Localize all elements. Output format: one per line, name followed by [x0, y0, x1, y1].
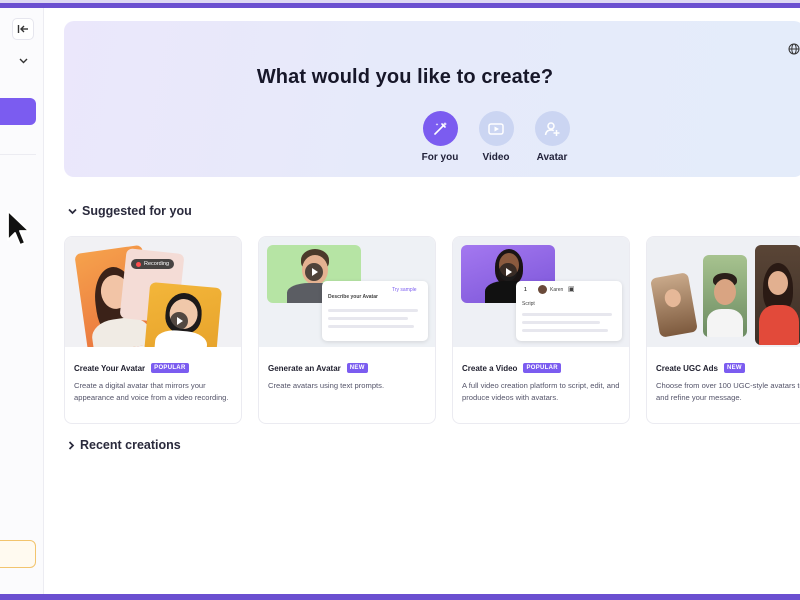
- tab-video[interactable]: Video: [476, 111, 516, 163]
- page-title: What would you like to create?: [256, 66, 554, 88]
- card-title: Create Your Avatar: [74, 363, 146, 373]
- sidebar-divider: [0, 154, 36, 155]
- sidebar-create-button[interactable]: [0, 98, 36, 125]
- recording-label: Recording: [144, 261, 170, 267]
- suggested-section-toggle[interactable]: Suggested for you: [68, 204, 192, 218]
- new-badge: NEW: [346, 363, 368, 373]
- card-generate-an-avatar[interactable]: Describe your Avatar Try sample Generate…: [258, 236, 436, 424]
- new-badge: NEW: [723, 363, 745, 373]
- try-sample-label[interactable]: Try sample: [392, 287, 417, 293]
- ugc-photo: [755, 245, 800, 345]
- collapse-sidebar-button[interactable]: [12, 18, 34, 40]
- scene-number: 1: [524, 287, 527, 293]
- record-dot-icon: [136, 261, 141, 267]
- script-label: Script: [522, 301, 535, 307]
- popular-badge: POPULAR: [151, 363, 189, 373]
- avatar-button[interactable]: [534, 111, 570, 146]
- card-description: A full video creation platform to script…: [462, 381, 620, 402]
- card-title: Create UGC Ads: [656, 363, 718, 373]
- script-line: [522, 321, 600, 324]
- tab-for-you[interactable]: For you: [420, 111, 460, 163]
- tab-label: For you: [421, 152, 459, 163]
- ugc-photo: [650, 272, 698, 338]
- play-icon[interactable]: [305, 263, 323, 281]
- card-create-ugc-ads[interactable]: Create UGC Ads NEW Choose from over 100 …: [646, 236, 800, 424]
- mouse-cursor-icon: [7, 210, 30, 246]
- play-icon[interactable]: [170, 312, 188, 330]
- card-title: Generate an Avatar: [268, 363, 341, 373]
- chevron-down-icon: [68, 208, 77, 214]
- card-description: Create a digital avatar that mirrors you…: [74, 381, 229, 402]
- script-line: [522, 329, 608, 332]
- sidebar: [0, 8, 44, 594]
- card-thumbnail: Describe your Avatar Try sample: [259, 237, 435, 347]
- create-mode-tabs: For you Video Avatar: [420, 111, 572, 163]
- section-title: Suggested for you: [82, 204, 192, 218]
- magic-wand-icon: [434, 121, 447, 135]
- chevron-down-icon: [19, 58, 27, 64]
- ugc-photo: [703, 255, 747, 337]
- for-you-button[interactable]: [422, 111, 458, 146]
- collapse-left-icon: [17, 25, 28, 33]
- popular-badge: POPULAR: [523, 363, 561, 373]
- script-panel: 1 Karen ▣ Script: [516, 281, 622, 341]
- card-create-a-video[interactable]: 1 Karen ▣ Script Create a Video POPULAR …: [452, 236, 630, 424]
- prompt-line: [328, 317, 408, 320]
- avatar-name: Karen: [550, 287, 564, 293]
- play-icon[interactable]: [499, 263, 517, 281]
- card-description: Create avatars using text prompts.: [268, 381, 385, 390]
- language-button[interactable]: [786, 41, 800, 57]
- video-button[interactable]: [478, 111, 514, 146]
- workspace-dropdown[interactable]: [16, 54, 30, 68]
- card-description: Choose from over 100 UGC-style avatars t…: [656, 381, 800, 402]
- avatar-thumb: [538, 285, 547, 294]
- prompt-line: [328, 325, 414, 328]
- prompt-panel-title: Describe your Avatar: [328, 294, 378, 300]
- prompt-line: [328, 309, 418, 312]
- recording-indicator: Recording: [131, 259, 175, 269]
- video-icon: [488, 122, 504, 135]
- card-thumbnail: 1 Karen ▣ Script: [453, 237, 629, 347]
- add-avatar-icon: [544, 121, 560, 136]
- sidebar-upgrade-button[interactable]: [0, 540, 36, 568]
- globe-icon: [788, 43, 800, 55]
- script-line: [522, 313, 612, 316]
- tab-label: Video: [482, 152, 510, 163]
- recent-section-toggle[interactable]: Recent creations: [68, 438, 181, 452]
- section-title: Recent creations: [80, 438, 181, 452]
- card-create-your-avatar[interactable]: Recording Create Your Avatar POPULAR Cre…: [64, 236, 242, 424]
- window-bottom-bar: [0, 594, 800, 600]
- tab-label: Avatar: [536, 152, 568, 163]
- card-title: Create a Video: [462, 363, 518, 373]
- create-hero-panel: What would you like to create? For you V: [64, 21, 800, 177]
- chevron-right-icon: [68, 440, 75, 450]
- card-thumbnail: Recording: [65, 237, 241, 347]
- card-thumbnail: [647, 237, 800, 347]
- window-top-bar: [0, 0, 800, 8]
- chat-icon: ▣: [568, 286, 575, 293]
- tab-avatar[interactable]: Avatar: [532, 111, 572, 163]
- prompt-panel: Describe your Avatar Try sample: [322, 281, 428, 341]
